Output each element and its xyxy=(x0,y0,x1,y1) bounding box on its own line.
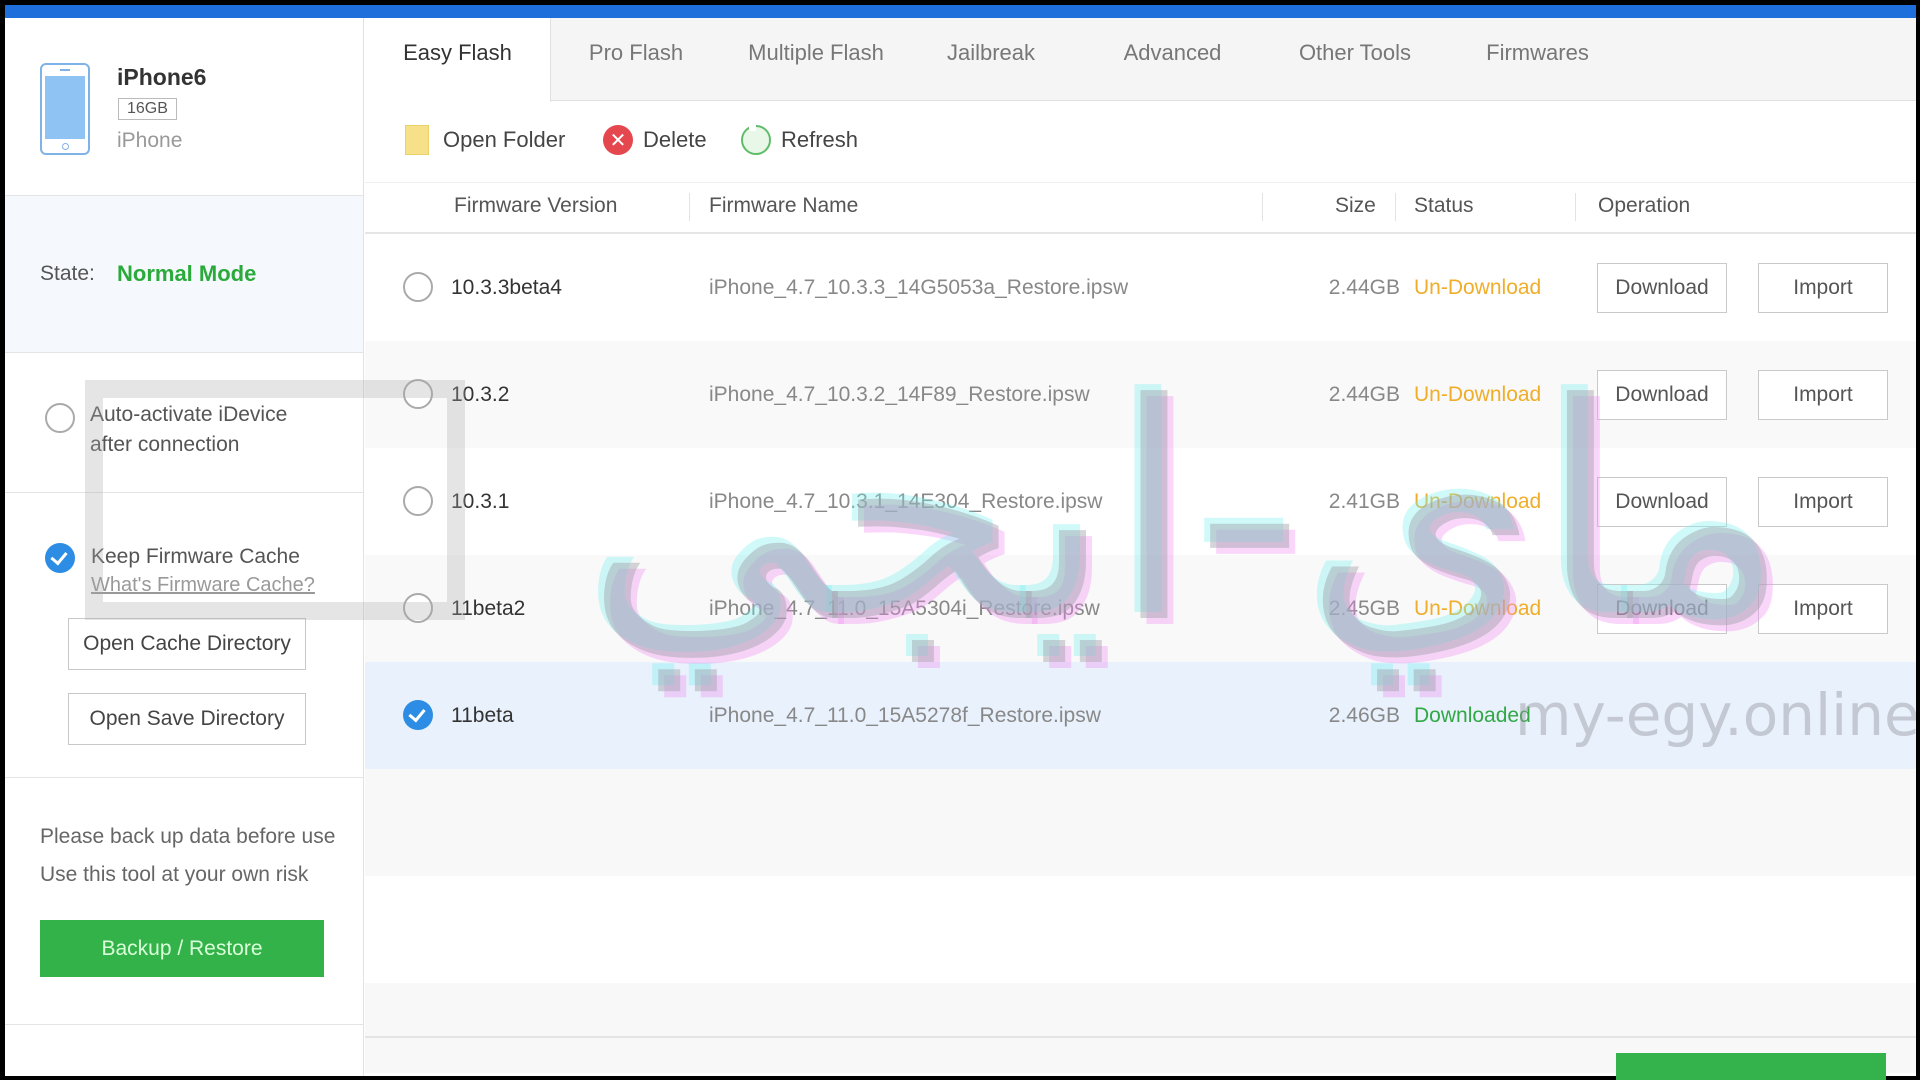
row-select-radio[interactable] xyxy=(403,272,433,302)
open-cache-directory-button[interactable]: Open Cache Directory xyxy=(68,618,306,670)
header-separator xyxy=(1575,193,1576,221)
auto-activate-radio[interactable] xyxy=(45,403,75,433)
device-state: State: Normal Mode xyxy=(5,196,363,353)
download-button[interactable]: Download xyxy=(1597,477,1727,527)
device-type: iPhone xyxy=(117,129,183,152)
delete-x-icon: ✕ xyxy=(603,125,633,155)
backup-restore-button[interactable]: Backup / Restore xyxy=(40,920,324,977)
header-operation: Operation xyxy=(1598,194,1691,217)
auto-activate-label-line2: after connection xyxy=(90,433,240,456)
table-row[interactable]: 10.3.2 iPhone_4.7_10.3.2_14F89_Restore.i… xyxy=(365,341,1916,448)
sidebar: iPhone6 16GB iPhone State: Normal Mode A… xyxy=(5,18,364,1076)
table-row[interactable]: 10.3.3beta4 iPhone_4.7_10.3.3_14G5053a_R… xyxy=(365,234,1916,341)
row-selected-check-icon[interactable] xyxy=(403,700,433,730)
main-panel: Easy Flash Pro Flash Multiple Flash Jail… xyxy=(365,18,1916,1076)
row-select-radio[interactable] xyxy=(403,486,433,516)
firmware-size: 2.46GB xyxy=(1328,704,1400,727)
firmware-status: Un-Download xyxy=(1414,490,1542,513)
tab-jailbreak[interactable]: Jailbreak xyxy=(911,18,1071,101)
firmware-table: 10.3.3beta4 iPhone_4.7_10.3.3_14G5053a_R… xyxy=(365,234,1916,1073)
device-capacity-badge: 16GB xyxy=(118,98,177,120)
header-firmware-version: Firmware Version xyxy=(454,194,618,217)
row-select-radio[interactable] xyxy=(403,379,433,409)
refresh-label: Refresh xyxy=(781,127,859,152)
warning-line-1: Please back up data before use xyxy=(40,825,336,848)
table-row-selected[interactable]: 11beta iPhone_4.7_11.0_15A5278f_Restore.… xyxy=(365,662,1916,769)
import-button[interactable]: Import xyxy=(1758,477,1888,527)
firmware-name: iPhone_4.7_11.0_15A5304i_Restore.ipsw xyxy=(709,597,1100,620)
firmware-version: 11beta xyxy=(451,704,514,727)
empty-row xyxy=(365,876,1916,983)
header-separator xyxy=(1395,193,1396,221)
header-firmware-name: Firmware Name xyxy=(709,194,859,217)
refresh-button[interactable]: Refresh xyxy=(741,123,858,157)
phone-icon xyxy=(40,63,90,155)
firmware-cache-option: Keep Firmware Cache What's Firmware Cach… xyxy=(5,493,363,778)
firmware-status: Downloaded xyxy=(1414,704,1531,727)
download-button[interactable]: Download xyxy=(1597,584,1727,634)
state-value: Normal Mode xyxy=(117,261,257,286)
footer-divider xyxy=(365,1036,1916,1038)
tab-firmwares[interactable]: Firmwares xyxy=(1450,18,1625,101)
open-save-directory-button[interactable]: Open Save Directory xyxy=(68,693,306,745)
whats-firmware-cache-link[interactable]: What's Firmware Cache? xyxy=(91,574,315,597)
keep-cache-checkbox[interactable] xyxy=(45,543,75,573)
header-separator xyxy=(1262,193,1263,221)
header-size: Size xyxy=(1335,194,1376,217)
download-button[interactable]: Download xyxy=(1597,263,1727,313)
header-separator xyxy=(689,193,690,221)
empty-row xyxy=(365,769,1916,876)
auto-activate-label[interactable]: Auto-activate iDevice after connection xyxy=(90,400,287,460)
firmware-version: 10.3.3beta4 xyxy=(451,276,562,299)
delete-button[interactable]: ✕ Delete xyxy=(603,123,707,157)
tab-multiple-flash[interactable]: Multiple Flash xyxy=(721,18,911,101)
firmware-name: iPhone_4.7_10.3.2_14F89_Restore.ipsw xyxy=(709,383,1090,406)
auto-activate-option: Auto-activate iDevice after connection xyxy=(5,353,363,493)
firmware-version: 10.3.1 xyxy=(451,490,510,513)
download-button[interactable]: Download xyxy=(1597,370,1727,420)
import-button[interactable]: Import xyxy=(1758,584,1888,634)
tab-easy-flash[interactable]: Easy Flash xyxy=(365,18,551,102)
tab-other-tools[interactable]: Other Tools xyxy=(1265,18,1445,101)
app-window: iPhone6 16GB iPhone State: Normal Mode A… xyxy=(5,5,1916,1076)
keep-cache-label[interactable]: Keep Firmware Cache xyxy=(91,542,300,572)
device-name: iPhone6 xyxy=(117,64,207,90)
tab-advanced[interactable]: Advanced xyxy=(1085,18,1260,101)
folder-icon xyxy=(405,125,429,155)
tab-bar: Easy Flash Pro Flash Multiple Flash Jail… xyxy=(365,18,1916,102)
import-button[interactable]: Import xyxy=(1758,370,1888,420)
firmware-status: Un-Download xyxy=(1414,276,1542,299)
firmware-name: iPhone_4.7_10.3.3_14G5053a_Restore.ipsw xyxy=(709,276,1129,299)
warning-line-2: Use this tool at your own risk xyxy=(40,863,309,886)
row-select-radio[interactable] xyxy=(403,593,433,623)
auto-activate-label-line1: Auto-activate iDevice xyxy=(90,403,288,426)
device-info: iPhone6 16GB iPhone xyxy=(5,18,363,196)
delete-label: Delete xyxy=(643,127,707,152)
firmware-name: iPhone_4.7_11.0_15A5278f_Restore.ipsw xyxy=(709,704,1101,727)
table-row[interactable]: 11beta2 iPhone_4.7_11.0_15A5304i_Restore… xyxy=(365,555,1916,662)
firmware-size: 2.44GB xyxy=(1328,276,1400,299)
open-folder-label: Open Folder xyxy=(443,127,566,152)
firmware-size: 2.45GB xyxy=(1328,597,1400,620)
tab-pro-flash[interactable]: Pro Flash xyxy=(551,18,721,101)
warning-text: Please back up data before use Use this … xyxy=(40,818,335,894)
header-status: Status xyxy=(1414,194,1474,217)
firmware-size: 2.44GB xyxy=(1328,383,1400,406)
firmware-status: Un-Download xyxy=(1414,597,1542,620)
firmware-version: 10.3.2 xyxy=(451,383,510,406)
sidebar-divider xyxy=(5,1024,363,1025)
open-folder-button[interactable]: Open Folder xyxy=(405,123,565,157)
firmware-status: Un-Download xyxy=(1414,383,1542,406)
firmware-version: 11beta2 xyxy=(451,597,526,620)
refresh-icon xyxy=(741,124,771,155)
toolbar: Open Folder ✕ Delete Refresh xyxy=(365,102,1916,182)
title-bar xyxy=(5,5,1916,18)
table-row[interactable]: 10.3.1 iPhone_4.7_10.3.1_14E304_Restore.… xyxy=(365,448,1916,555)
firmware-size: 2.41GB xyxy=(1328,490,1400,513)
state-label: State: xyxy=(40,262,95,285)
flash-button-partial[interactable] xyxy=(1616,1053,1886,1080)
table-header: Firmware Version Firmware Name Size Stat… xyxy=(365,182,1916,234)
firmware-name: iPhone_4.7_10.3.1_14E304_Restore.ipsw xyxy=(709,490,1103,513)
import-button[interactable]: Import xyxy=(1758,263,1888,313)
